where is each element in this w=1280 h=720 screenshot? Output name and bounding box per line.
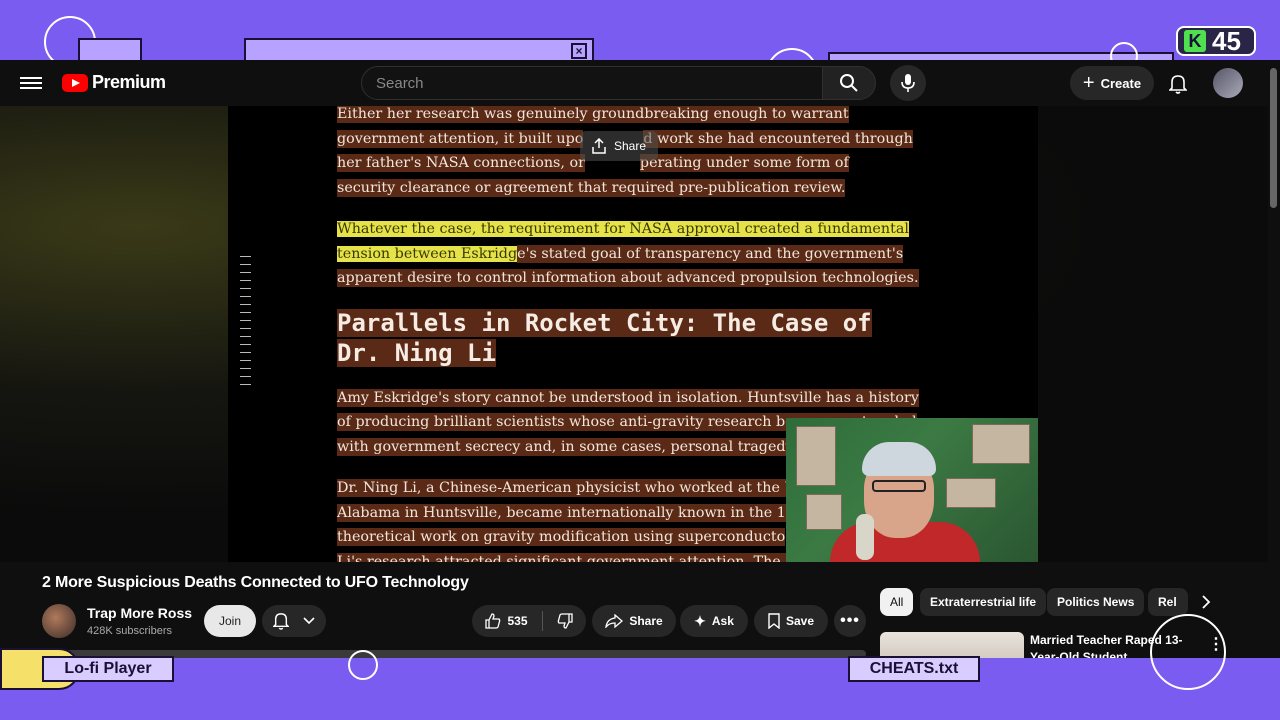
search-icon [840, 74, 858, 92]
chip-extraterrestrial-life[interactable]: Extraterrestrial life [920, 588, 1047, 616]
video-share-label: Share [613, 139, 647, 153]
chips-next-button[interactable] [1196, 592, 1216, 612]
chevron-down-icon [303, 617, 315, 625]
create-button[interactable]: + Create [1070, 66, 1154, 100]
search-button[interactable] [822, 66, 876, 100]
chip-politics-news[interactable]: Politics News [1047, 588, 1145, 616]
subscriber-count: 428K subscribers [87, 625, 172, 637]
article-heading: Parallels in Rocket City: The Case of Dr… [337, 308, 872, 367]
score-badge: K 45 [1176, 26, 1256, 56]
create-label: Create [1100, 75, 1142, 91]
badge-value: 45 [1212, 25, 1241, 56]
youtube-logo[interactable]: Premium [62, 72, 166, 93]
desktop-window-bar [244, 38, 594, 62]
top-bar: Premium Search + Create [0, 60, 1280, 106]
microphone-icon [901, 74, 915, 92]
chevron-right-icon [1202, 595, 1211, 609]
notifications-button[interactable] [1164, 70, 1192, 98]
video-share-button[interactable]: Share [580, 131, 658, 161]
save-button[interactable]: Save [754, 605, 828, 637]
share-label: Share [629, 614, 663, 628]
bookmark-icon [768, 613, 780, 629]
ask-button[interactable]: ✦ Ask [680, 605, 748, 637]
like-count: 535 [507, 614, 528, 628]
bell-icon [273, 613, 289, 630]
scrollbar-thumb[interactable] [1270, 68, 1277, 208]
share-upload-icon [592, 138, 606, 154]
recommended-video-thumbnail[interactable] [880, 632, 1024, 658]
more-dots-icon: ••• [840, 612, 860, 629]
logo-text: Premium [92, 72, 166, 92]
chip-related[interactable]: Rel [1148, 588, 1188, 616]
webcam-overlay [786, 418, 1038, 562]
share-arrow-icon [605, 614, 624, 628]
thumbs-up-icon [485, 613, 501, 629]
search-input[interactable]: Search [361, 66, 823, 100]
thumbs-down-icon[interactable] [557, 613, 573, 629]
subscription-bell-button[interactable] [262, 605, 326, 637]
highlighted-text: Whatever the case, the requirement for N… [337, 221, 909, 237]
video-player[interactable]: Either her research was genuinely ground… [228, 106, 1038, 562]
desktop-bubble-4 [348, 650, 378, 680]
more-actions-button[interactable]: ••• [834, 605, 866, 637]
bell-icon [1169, 75, 1187, 94]
channel-avatar[interactable] [42, 604, 76, 638]
chip-all[interactable]: All [880, 588, 914, 616]
like-button[interactable]: 535 [485, 613, 528, 629]
desktop-bubble-5 [1150, 614, 1226, 690]
like-dislike-bar: 535 [472, 605, 586, 637]
youtube-play-icon [62, 73, 88, 92]
sparkle-icon: ✦ [694, 612, 706, 629]
account-avatar[interactable] [1213, 68, 1243, 98]
channel-name[interactable]: Trap More Ross [87, 605, 192, 621]
desktop-close-icon[interactable]: × [571, 43, 587, 59]
plus-icon: + [1082, 71, 1095, 94]
document-scroll-ticks [240, 256, 252, 392]
voice-search-button[interactable] [890, 65, 926, 101]
youtube-window: Premium Search + Create Either her resea… [0, 60, 1280, 658]
share-button[interactable]: Share [592, 605, 676, 637]
lofi-player-label[interactable]: Lo-fi Player [42, 656, 174, 682]
badge-letter: K [1184, 30, 1206, 52]
menu-icon[interactable] [20, 74, 42, 92]
like-divider [541, 611, 543, 631]
article-paragraph-2: Whatever the case, the requirement for N… [337, 221, 919, 287]
join-button[interactable]: Join [204, 605, 256, 637]
video-title: 2 More Suspicious Deaths Connected to UF… [42, 574, 469, 591]
cheats-file-label[interactable]: CHEATS.txt [848, 656, 980, 682]
save-label: Save [785, 614, 815, 628]
ask-label: Ask [711, 614, 734, 628]
